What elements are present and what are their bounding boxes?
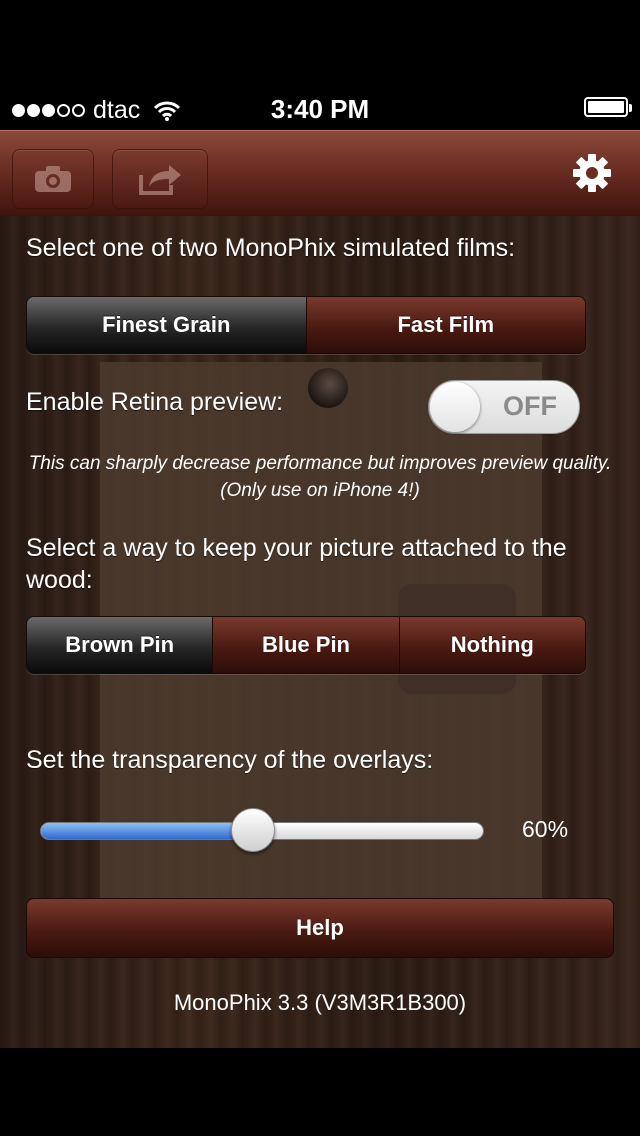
films-label: Select one of two MonoPhix simulated fil…: [26, 234, 516, 262]
battery-tip: [629, 104, 632, 112]
attach-label: Select a way to keep your picture attach…: [26, 534, 567, 594]
segment-brown-pin[interactable]: Brown Pin: [27, 617, 213, 673]
slider-thumb[interactable]: [230, 808, 275, 852]
retina-label: Enable Retina preview:: [26, 388, 284, 416]
segment-finest-grain[interactable]: Finest Grain: [27, 297, 306, 353]
status-bar: dtac 3:40 PM: [0, 88, 640, 130]
toggle-knob: [430, 382, 480, 432]
toggle-state-text: OFF: [503, 391, 557, 421]
battery-icon: [584, 97, 632, 117]
segment-fast-film[interactable]: Fast Film: [305, 297, 585, 353]
film-segmented-control: Finest Grain Fast Film: [26, 296, 586, 354]
help-button[interactable]: Help: [26, 898, 614, 958]
segment-blue-pin[interactable]: Blue Pin: [212, 617, 399, 673]
status-time: 3:40 PM: [270, 94, 370, 124]
segment-nothing[interactable]: Nothing: [398, 617, 585, 673]
camera-icon: [35, 166, 71, 192]
share-button[interactable]: [112, 149, 208, 209]
camera-button[interactable]: [12, 149, 94, 209]
retina-toggle[interactable]: OFF: [428, 380, 580, 434]
share-icon: [139, 165, 181, 195]
battery-fill: [588, 101, 624, 113]
transparency-label: Set the transparency of the overlays:: [26, 746, 434, 774]
attach-segmented-control: Brown Pin Blue Pin Nothing: [26, 616, 586, 674]
transparency-value: 60%: [522, 816, 569, 842]
gear-icon[interactable]: [572, 153, 612, 193]
retina-note: This can sharply decrease performance bu…: [28, 453, 612, 501]
settings-panel: Select one of two MonoPhix simulated fil…: [0, 216, 640, 1048]
version-label: MonoPhix 3.3 (V3M3R1B300): [173, 990, 467, 1015]
toolbar: [0, 130, 640, 217]
slider-fill: [41, 823, 254, 839]
pin-icon: [308, 368, 348, 408]
